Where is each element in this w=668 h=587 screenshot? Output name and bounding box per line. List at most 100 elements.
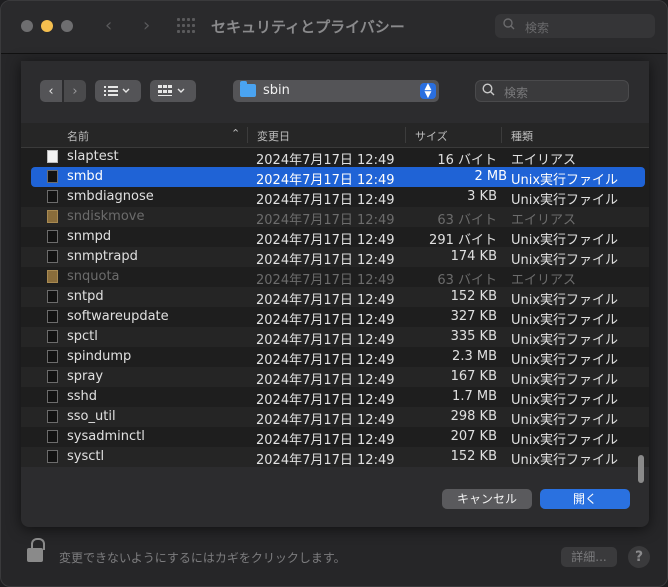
file-kind: Unix実行ファイル	[511, 433, 619, 448]
file-name: sshd	[67, 389, 98, 404]
file-size: 174 KB	[450, 249, 497, 264]
file-kind: Unix実行ファイル	[511, 453, 619, 467]
location-popup[interactable]: sbin ▲ ▼	[233, 80, 439, 102]
file-date: 2024年7月17日 12:49	[256, 373, 395, 388]
column-separator[interactable]	[405, 127, 406, 143]
executable-icon	[47, 330, 58, 343]
alias-icon	[47, 210, 58, 223]
file-size: 63 バイト	[437, 273, 497, 288]
file-name: spray	[67, 369, 104, 384]
column-kind-header[interactable]: 種類	[511, 128, 533, 144]
file-list: 名前 ⌃ 変更日 サイズ 種類 slaptest 2024年7月17日 12:4…	[21, 123, 649, 483]
file-row[interactable]: snmptrapd 2024年7月17日 12:49 174 KB Unix実行…	[21, 247, 649, 268]
list-view-icon	[104, 86, 130, 96]
minimize-window-button[interactable]	[41, 20, 53, 32]
file-search-field[interactable]: 検索	[475, 80, 629, 102]
file-size: 207 KB	[450, 429, 497, 444]
file-date: 2024年7月17日 12:49	[256, 253, 395, 268]
forward-nav-icon[interactable]: ›	[143, 15, 150, 36]
file-search-placeholder: 検索	[504, 86, 529, 100]
location-label: sbin	[263, 83, 290, 98]
executable-icon	[47, 390, 58, 403]
cancel-button[interactable]: キャンセル	[442, 489, 532, 509]
file-size: 1.7 MB	[452, 389, 497, 404]
file-kind: Unix実行ファイル	[511, 333, 619, 348]
file-date: 2024年7月17日 12:49	[256, 213, 395, 228]
help-button[interactable]: ?	[628, 546, 650, 568]
file-row[interactable]: snmpd 2024年7月17日 12:49 291 バイト Unix実行ファイ…	[21, 227, 649, 248]
document-icon	[47, 150, 58, 163]
close-window-button[interactable]	[21, 20, 33, 32]
search-icon	[503, 18, 515, 33]
file-date: 2024年7月17日 12:49	[256, 413, 395, 428]
executable-icon	[47, 190, 58, 203]
file-name: smbdiagnose	[67, 189, 154, 204]
column-size-header[interactable]: サイズ	[415, 128, 448, 144]
icon-grid-view-icon	[158, 85, 185, 96]
list-view-button[interactable]	[95, 80, 141, 102]
file-size: 63 バイト	[437, 213, 497, 228]
window-search-field[interactable]: 検索	[495, 14, 655, 38]
file-list-header: 名前 ⌃ 変更日 サイズ 種類	[21, 123, 649, 148]
executable-icon	[47, 170, 58, 183]
details-button[interactable]: 詳細...	[561, 547, 617, 567]
file-row[interactable]: sso_util 2024年7月17日 12:49 298 KB Unix実行フ…	[21, 407, 649, 428]
file-name: smbd	[67, 169, 103, 184]
open-button[interactable]: 開く	[540, 489, 630, 509]
back-nav-icon[interactable]: ‹	[105, 15, 112, 36]
file-list-scrollbar[interactable]	[638, 455, 644, 483]
back-button[interactable]: ‹	[40, 80, 62, 102]
file-name: spindump	[67, 349, 132, 364]
file-kind: エイリアス	[511, 213, 577, 228]
file-date: 2024年7月17日 12:49	[256, 313, 395, 328]
sort-ascending-icon: ⌃	[231, 127, 241, 140]
file-size: 152 KB	[450, 449, 497, 464]
executable-icon	[47, 310, 58, 323]
zoom-window-button[interactable]	[61, 20, 73, 32]
file-name: snquota	[67, 269, 120, 284]
file-size: 152 KB	[450, 289, 497, 304]
file-kind: エイリアス	[511, 153, 577, 168]
file-row[interactable]: softwareupdate 2024年7月17日 12:49 327 KB U…	[21, 307, 649, 328]
file-row[interactable]: spindump 2024年7月17日 12:49 2.3 MB Unix実行フ…	[21, 347, 649, 368]
file-row[interactable]: sysadminctl 2024年7月17日 12:49 207 KB Unix…	[21, 427, 649, 448]
forward-button[interactable]: ›	[64, 80, 86, 102]
executable-icon	[47, 230, 58, 243]
file-row[interactable]: spray 2024年7月17日 12:49 167 KB Unix実行ファイル	[21, 367, 649, 388]
file-name: snmpd	[67, 229, 112, 244]
file-row-selected[interactable]: smbd 2024年7月17日 12:49 2 MB Unix実行ファイル	[31, 167, 645, 188]
file-date: 2024年7月17日 12:49	[256, 453, 395, 467]
file-rows: slaptest 2024年7月17日 12:49 16 バイト エイリアス s…	[21, 147, 649, 467]
file-kind: Unix実行ファイル	[511, 233, 619, 248]
show-all-grid-icon[interactable]	[177, 18, 195, 34]
file-date: 2024年7月17日 12:49	[256, 353, 395, 368]
executable-icon	[47, 430, 58, 443]
file-row[interactable]: spctl 2024年7月17日 12:49 335 KB Unix実行ファイル	[21, 327, 649, 348]
file-size: 291 バイト	[429, 233, 497, 248]
column-name-header[interactable]: 名前	[67, 128, 89, 144]
file-size: 298 KB	[450, 409, 497, 424]
executable-icon	[47, 370, 58, 383]
file-kind: Unix実行ファイル	[511, 413, 619, 428]
title-bar: ‹ › セキュリティとプライバシー 検索	[1, 1, 667, 54]
file-size: 2 MB	[474, 169, 507, 184]
file-row[interactable]: sshd 2024年7月17日 12:49 1.7 MB Unix実行ファイル	[21, 387, 649, 408]
lock-icon[interactable]	[27, 538, 47, 564]
file-row[interactable]: smbdiagnose 2024年7月17日 12:49 3 KB Unix実行…	[21, 187, 649, 208]
column-separator[interactable]	[501, 127, 502, 143]
file-row[interactable]: slaptest 2024年7月17日 12:49 16 バイト エイリアス	[21, 147, 649, 168]
file-size: 335 KB	[450, 329, 497, 344]
grid-view-button[interactable]	[150, 80, 196, 102]
chevron-left-icon: ‹	[48, 83, 54, 99]
file-date: 2024年7月17日 12:49	[256, 173, 395, 188]
file-name: sysadminctl	[67, 429, 145, 444]
executable-icon	[47, 350, 58, 363]
file-row[interactable]: sysctl 2024年7月17日 12:49 152 KB Unix実行ファイ…	[21, 447, 649, 467]
file-row[interactable]: sntpd 2024年7月17日 12:49 152 KB Unix実行ファイル	[21, 287, 649, 308]
file-name: slaptest	[67, 149, 119, 164]
column-separator[interactable]	[247, 127, 248, 143]
executable-icon	[47, 290, 58, 303]
file-kind: Unix実行ファイル	[511, 373, 619, 388]
file-date: 2024年7月17日 12:49	[256, 233, 395, 248]
column-modified-header[interactable]: 変更日	[257, 128, 290, 144]
